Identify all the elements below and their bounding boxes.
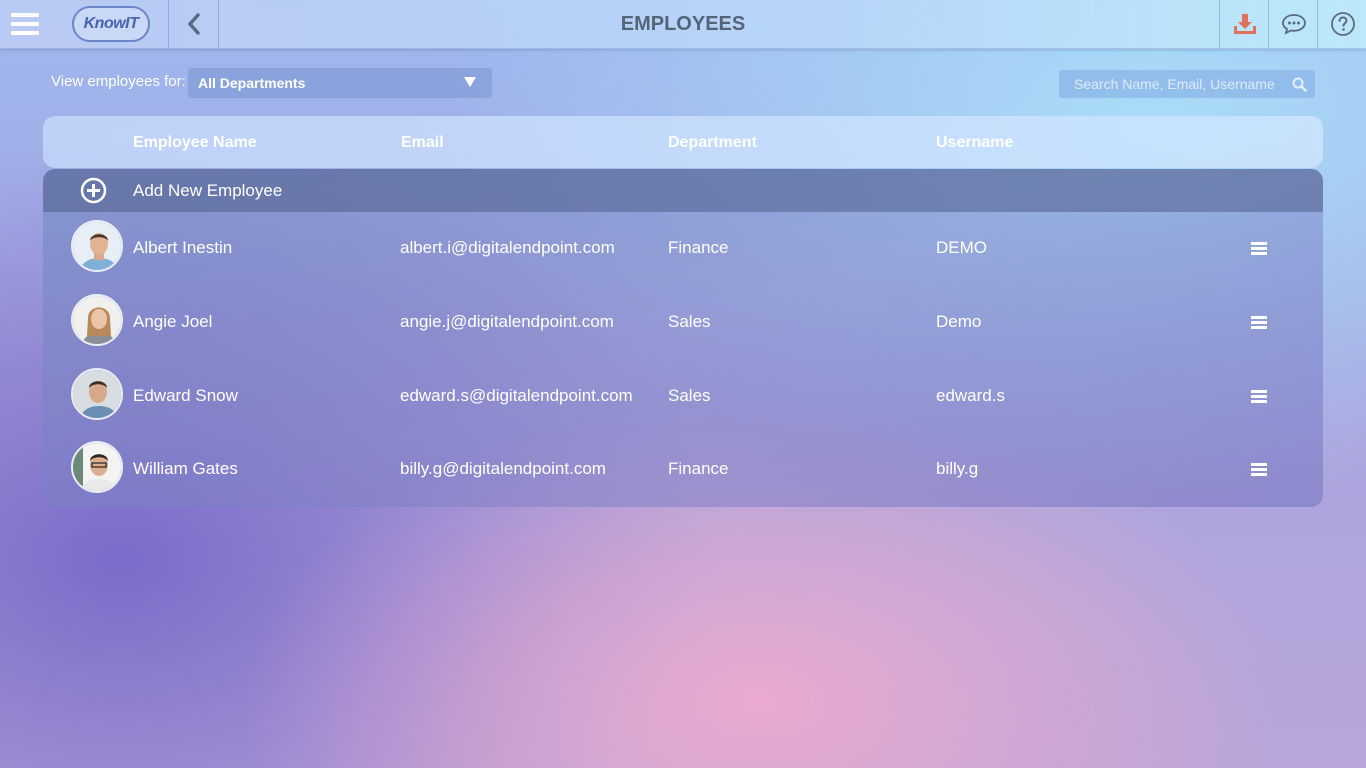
employee-name: Angie Joel [133,312,213,331]
employee-email: edward.s@digitalendpoint.com [400,386,633,405]
hamburger-icon [11,13,39,35]
employee-name: Edward Snow [133,386,238,405]
department-select[interactable]: All Departments [188,68,492,98]
search-input[interactable] [1059,70,1279,98]
employee-username: Demo [936,312,982,331]
avatar [71,441,123,493]
employee-department: Sales [668,312,711,331]
table-row[interactable]: Edward Snow edward.s@digitalendpoint.com… [43,360,1323,434]
search-icon[interactable] [1292,77,1307,92]
row-menu-icon[interactable] [1251,242,1267,256]
hamburger-menu-button[interactable] [0,0,50,48]
add-circle-icon [80,177,107,204]
row-menu-icon[interactable] [1251,390,1267,404]
employee-username: billy.g [936,459,979,478]
help-button[interactable] [1317,0,1366,48]
app-logo: KnowIT [55,0,167,48]
department-filter-label: View employees for: [51,73,186,90]
employee-email: billy.g@digitalendpoint.com [400,459,606,478]
table-row[interactable]: Albert Inestin albert.i@digitalendpoint.… [43,212,1323,286]
employee-email: albert.i@digitalendpoint.com [400,238,615,257]
employee-department: Finance [668,238,729,257]
employee-username: edward.s [936,386,1005,405]
avatar [71,368,123,420]
employee-username: DEMO [936,238,987,257]
download-button[interactable] [1219,0,1269,48]
employee-table-body: Add New Employee Albert Inestin albert.i… [43,169,1323,507]
avatar [71,294,123,346]
chevron-left-icon [187,13,200,35]
logo-text: KnowIT [72,6,150,42]
column-header-department[interactable]: Department [668,116,757,168]
employee-name: William Gates [133,459,238,478]
column-header-email[interactable]: Email [401,116,444,168]
table-row[interactable]: William Gates billy.g@digitalendpoint.co… [43,433,1323,507]
employee-name: Albert Inestin [133,238,233,257]
search-box [1059,70,1315,98]
chat-bubble-icon [1281,14,1306,35]
employee-department: Sales [668,386,711,405]
department-select-value: All Departments [198,75,306,91]
table-row[interactable]: Angie Joel angie.j@digitalendpoint.com S… [43,286,1323,360]
row-menu-icon[interactable] [1251,316,1267,330]
column-header-username[interactable]: Username [936,116,1013,168]
help-icon [1330,12,1355,36]
top-bar: KnowIT EMPLOYEES [0,0,1366,49]
table-header: Employee Name Email Department Username [43,116,1323,168]
back-button[interactable] [168,0,219,48]
column-header-employee-name[interactable]: Employee Name [133,116,257,168]
employee-email: angie.j@digitalendpoint.com [400,312,614,331]
row-menu-icon[interactable] [1251,463,1267,477]
add-new-employee-row[interactable]: Add New Employee [43,169,1323,212]
avatar [71,220,123,272]
add-new-employee-label: Add New Employee [133,181,283,200]
employee-department: Finance [668,459,729,478]
download-icon [1233,14,1256,34]
dropdown-arrow-icon [464,77,476,87]
chat-button[interactable] [1268,0,1318,48]
